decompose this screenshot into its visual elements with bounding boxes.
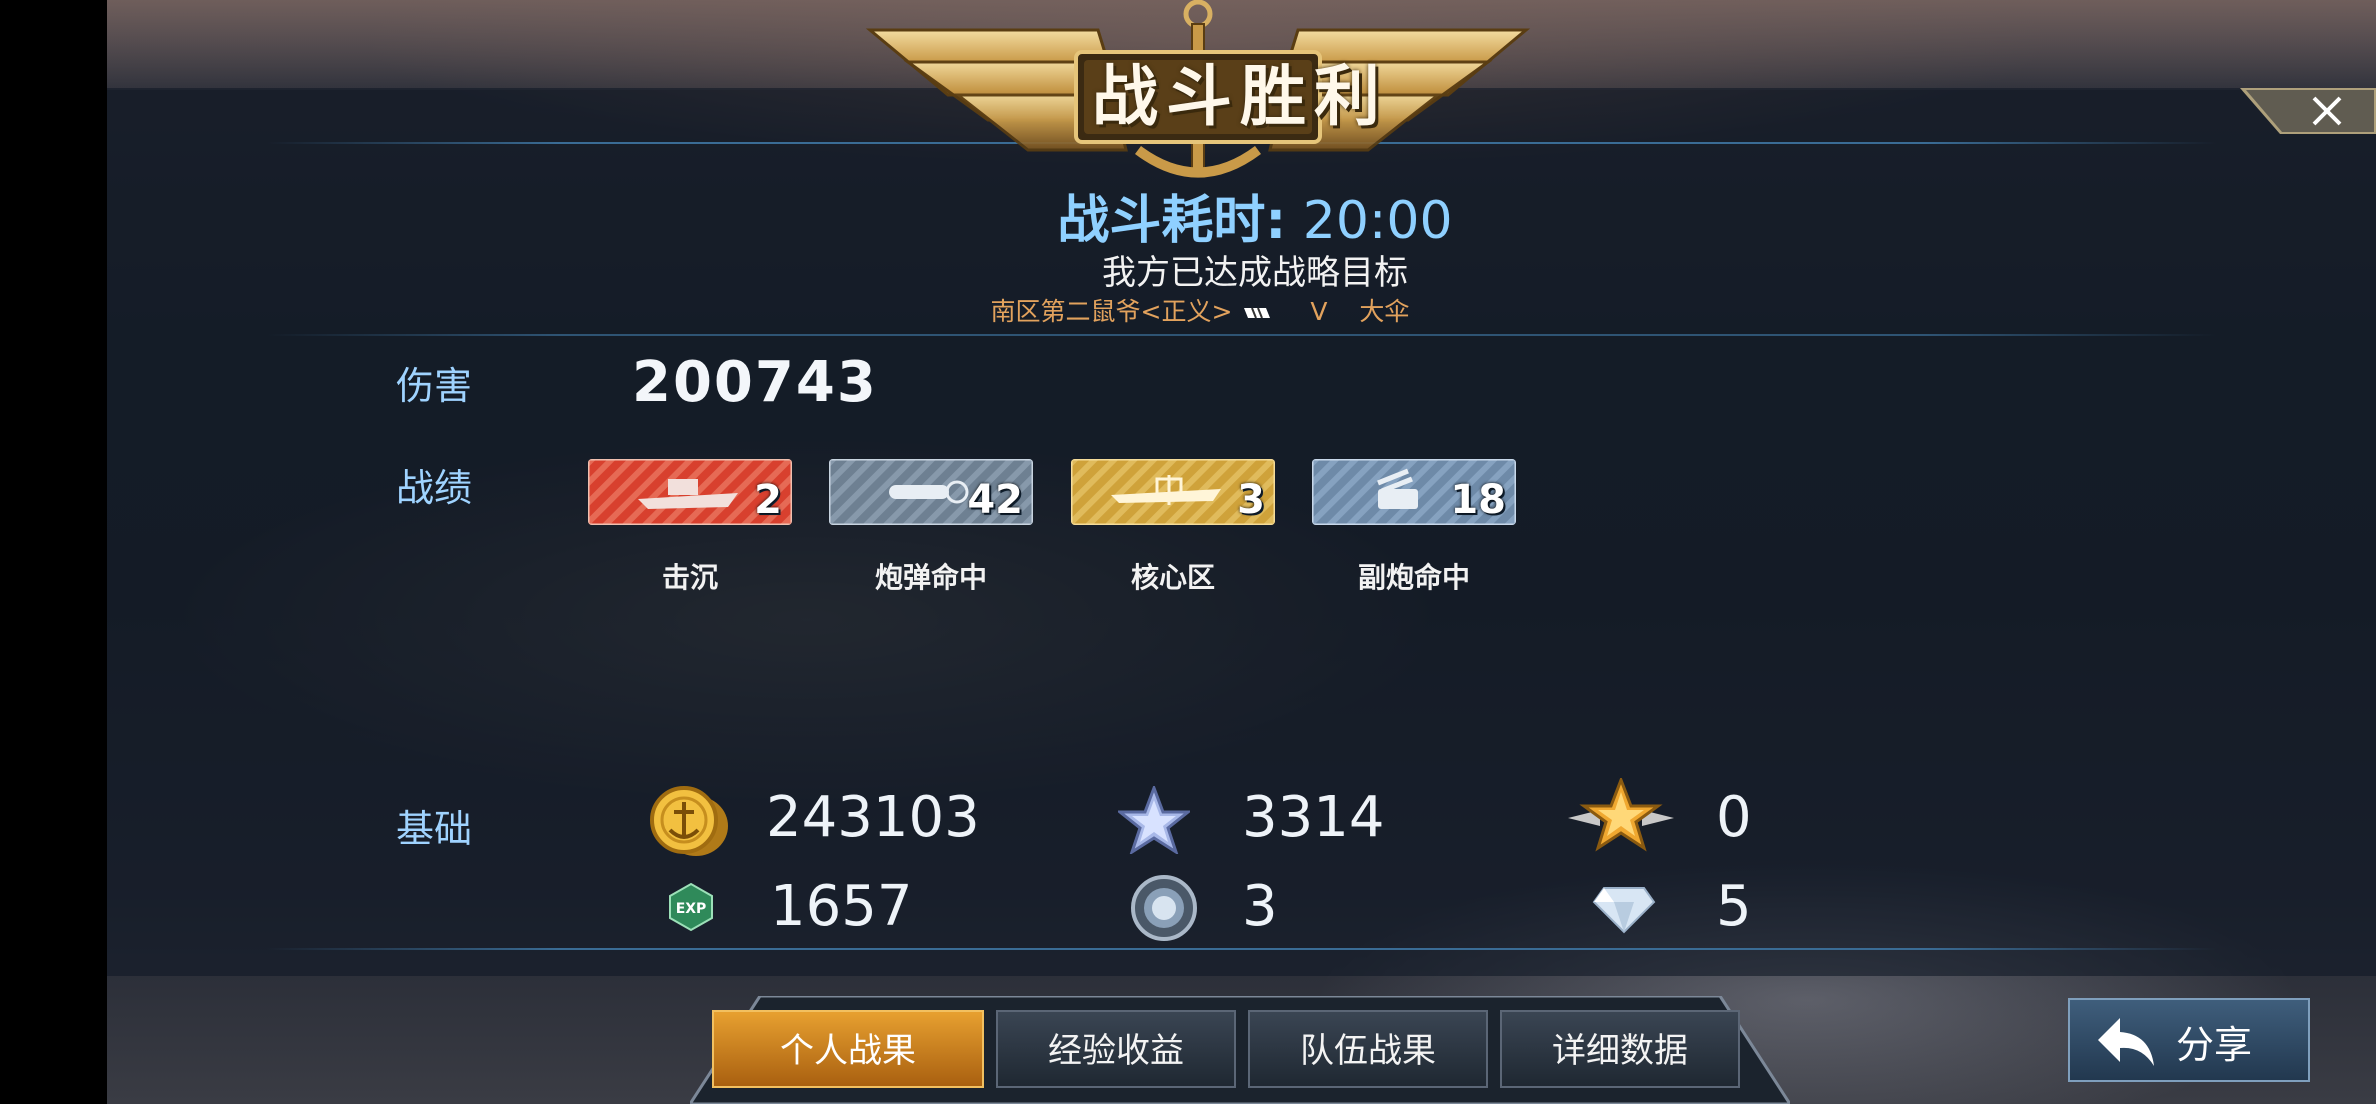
objective-status: 我方已达成战略目标 [1102,253,1408,293]
exp-icon-text: EXP [676,901,707,917]
record-label: 战绩 [396,466,473,510]
medal-secondary-gun-label: 副炮命中 [1357,561,1470,594]
victory-title: 战斗胜利 [1092,58,1388,135]
share-arrow-icon [2098,1018,2154,1066]
player-left-name: 南区第二鼠爷<正义> [990,297,1233,326]
player-right-name: 大伞 [1359,297,1410,326]
duration-value: 20:00 [1302,191,1453,251]
battle-duration: 战斗耗时: 20:00 [1040,178,1470,253]
tab-exp-income[interactable]: 经验收益 [996,1010,1236,1088]
stripe-flag-icon [1244,307,1271,319]
medal-core-zone[interactable]: 3 [1071,459,1275,525]
diamonds-value: 5 [1716,874,1752,939]
divider-mid [267,334,2217,336]
tab-personal-results[interactable]: 个人战果 [712,1010,984,1088]
medal-core-zone-count: 3 [1237,477,1265,523]
medal-shell-hit-label: 炮弹命中 [874,561,987,594]
silver-star-icon [1118,786,1190,854]
medal-sink-label: 击沉 [661,561,718,594]
exp-icon: EXP [669,882,713,932]
medal-shell-hit[interactable]: 42 [829,459,1033,525]
damage-value: 200743 [632,350,878,415]
share-label: 分享 [2176,1023,2253,1067]
gold-value: 243103 [766,785,980,850]
share-button[interactable]: 分享 [2068,998,2310,1082]
medal-shell-hit-count: 42 [967,477,1023,523]
base-label: 基础 [396,807,473,851]
tab-team-results[interactable]: 队伍战果 [1248,1010,1488,1088]
damage-label: 伤害 [396,364,473,408]
medal-secondary-gun-count: 18 [1450,477,1506,523]
medal-coin-icon [1131,875,1197,941]
versus-label: V [1310,297,1328,326]
gold-coin-icon [650,786,728,856]
close-button[interactable] [2240,88,2376,134]
star-points-value: 3314 [1242,785,1385,850]
duration-label: 战斗耗时: [1057,191,1287,251]
medal-coins-value: 3 [1242,874,1278,939]
gold-star-wings-icon [1568,778,1674,852]
matchup-line: 南区第二鼠爷<正义> V 大伞 [900,292,1500,328]
diamond-icon [1592,887,1656,934]
medal-secondary-gun[interactable]: 18 [1312,459,1516,525]
divider-bottom [267,948,2217,950]
exp-value: 1657 [770,874,913,939]
tab-detailed-data[interactable]: 详细数据 [1500,1010,1740,1088]
medal-core-zone-label: 核心区 [1130,561,1215,594]
medal-sink-count: 2 [754,477,782,523]
gold-star-value: 0 [1716,785,1752,850]
medal-sink[interactable]: 2 [588,459,792,525]
